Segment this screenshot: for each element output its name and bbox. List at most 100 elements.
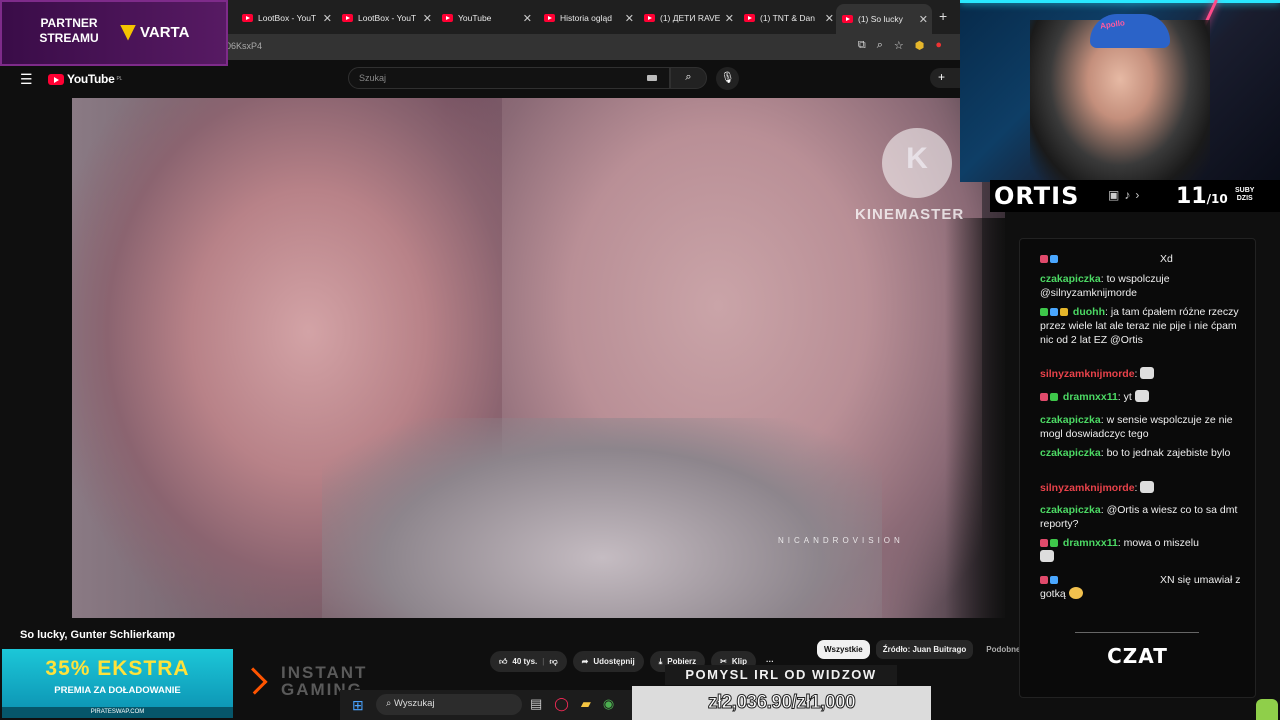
badge-icon [1050,255,1058,263]
install-app-icon[interactable]: ⧉ [858,39,866,52]
subs-label-line: SUBY [1235,187,1255,194]
chat-panel: Xd czakapiczka: to wspolczuje @silnyzamk… [1019,238,1256,698]
emote-icon [1068,587,1083,599]
chat-username[interactable]: dramnxx11 [1063,391,1118,403]
close-tab-icon[interactable]: ✕ [625,12,634,25]
windows-start-icon[interactable]: ⊞ [352,697,364,714]
region-code: PL [116,76,122,82]
search-icon: ⌕ [685,71,692,83]
task-view-icon[interactable]: ▤ [530,696,542,712]
emote-icon [1040,550,1054,562]
chat-username[interactable]: czakapiczka [1040,273,1101,285]
brand-name: VARTA [140,24,190,41]
keyboard-icon[interactable] [647,75,657,81]
related-filter-chips: Wszystkie Źródło: Juan Buitrago Podobne [817,640,1027,659]
tab-label: LootBox - YouT [258,13,317,23]
youtube-icon: ▣ [1108,188,1120,202]
share-button[interactable]: ➦ Udostępnij [572,651,644,672]
share-icon: ➦ [581,657,589,666]
opera-gx-icon[interactable]: ◯ [554,696,569,712]
browser-tab[interactable]: LootBox - YouT ✕ [236,6,332,30]
chat-message: duohh: ja tam ćpałem różne rzeczy przez … [1040,306,1239,346]
chat-username[interactable]: silnyzamknijmorde [1040,368,1135,380]
partner-label-line: PARTNER [40,16,98,30]
badge-icon [1040,255,1048,263]
url-text[interactable]: 06KsxP4 [226,41,262,51]
search-icon: ⌕ [386,698,394,709]
chat-username[interactable]: duohh [1073,306,1105,318]
chat-username[interactable]: dramnxx11 [1063,537,1118,549]
chat-message: czakapiczka: bo to jednak zajebiste bylo [1040,447,1231,459]
like-button[interactable]: 👍︎ 40 tys. | 👎︎ [490,651,567,672]
thumbs-down-icon[interactable]: 👎︎ [550,657,558,667]
cap-print: Apollo [1099,18,1126,31]
kinemaster-logo-icon: K [882,128,952,198]
chrome-icon[interactable]: ◉ [603,696,614,712]
youtube-favicon-icon [342,14,353,22]
tab-label: LootBox - YouT [358,13,417,23]
chat-username[interactable]: czakapiczka [1040,447,1101,459]
subs-counter: 11/10 [1176,184,1228,209]
close-tab-icon[interactable]: ✕ [725,12,734,25]
donation-goal: zł2,036.90/zł1,000 [632,686,931,720]
taskbar-apps: ▤ ◯ ▰ ◉ [530,696,614,712]
extension-icon[interactable]: ⬢ [915,39,925,52]
chat-username[interactable]: czakapiczka [1040,504,1101,516]
chat-username[interactable]: czakapiczka [1040,414,1101,426]
new-tab-button[interactable]: + [939,8,947,24]
subs-label-line: DZIS [1236,195,1253,202]
search-input[interactable]: Szukaj [348,67,670,89]
badge-icon [1050,539,1058,547]
browser-tab-active[interactable]: (1) So lucky ✕ [836,4,932,34]
youtube-favicon-icon [644,14,655,22]
webcam-feed: Apollo [960,0,1280,182]
zoom-icon[interactable]: ⌕ [877,39,883,52]
badge-icon [1040,576,1048,584]
streamer-name: ORTIS [994,182,1080,210]
browser-tab[interactable]: Historia ogląd ✕ [538,6,634,30]
bookmark-star-icon[interactable]: ☆ [894,39,904,52]
chat-message: Xd [1040,252,1245,266]
idea-banner: POMYSL IRL OD WIDZOW [665,665,897,685]
varta-mark-icon [120,24,136,41]
video-player[interactable]: K KINEMASTER NICANDROVISION [72,98,1005,618]
browser-tab[interactable]: YouTube ✕ [436,6,532,30]
chat-text: ja tam ćpałem różne rzeczy przez wiele l… [1040,306,1239,346]
chat-message: dramnxx11: yt [1040,390,1245,404]
download-icon: ⤓ [658,656,663,666]
chip-all[interactable]: Wszystkie [817,640,870,659]
chip-source[interactable]: Źródło: Juan Buitrago [875,640,974,659]
voice-search-button[interactable]: 🎙 [716,67,739,90]
chat-text: bo to jednak zajebiste bylo [1106,447,1231,459]
youtube-logo[interactable]: YouTube PL [48,72,122,86]
subs-count: 11 [1176,184,1207,209]
chat-username[interactable]: silnyzamknijmorde [1040,482,1135,494]
file-explorer-icon[interactable]: ▰ [581,696,591,712]
browser-tab[interactable]: (1) TNT & Dan ✕ [738,6,834,30]
close-tab-icon[interactable]: ✕ [423,12,432,25]
video-frame-shadow [945,218,1005,618]
mascot-icon [1256,699,1278,720]
video-frame-shirt [322,418,882,618]
browser-tab[interactable]: LootBox - YouT ✕ [336,6,432,30]
promo-subline: PREMIA ZA DOŁADOWANIE [54,685,181,696]
chat-message: silnyzamknijmorde: [1040,481,1245,495]
tab-label: YouTube [458,13,492,23]
menu-icon[interactable]: ☰ [20,71,33,88]
close-tab-icon[interactable]: ✕ [825,12,834,25]
opera-icon[interactable]: ● [935,39,942,52]
search-button[interactable]: ⌕ [670,67,707,89]
youtube-play-icon [48,73,64,85]
close-tab-icon[interactable]: ✕ [323,12,332,25]
taskbar-search[interactable]: ⌕ Wyszukaj [376,694,522,715]
stream-frame: { "browser": { "tabs": [ {"label": "Loot… [0,0,1280,720]
close-tab-icon[interactable]: ✕ [919,13,928,26]
tab-label: (1) ДЕТИ RAVE [660,13,721,23]
badge-icon [1050,393,1058,401]
address-bar-icons: ⧉ ⌕ ☆ ⬢ ● [858,39,942,52]
instant-gaming-mark-icon [240,667,268,695]
streamer-cap: Apollo [1090,14,1170,48]
close-tab-icon[interactable]: ✕ [523,12,532,25]
browser-tab[interactable]: (1) ДЕТИ RAVE ✕ [638,6,734,30]
partner-label: PARTNER STREAMU [32,16,106,46]
